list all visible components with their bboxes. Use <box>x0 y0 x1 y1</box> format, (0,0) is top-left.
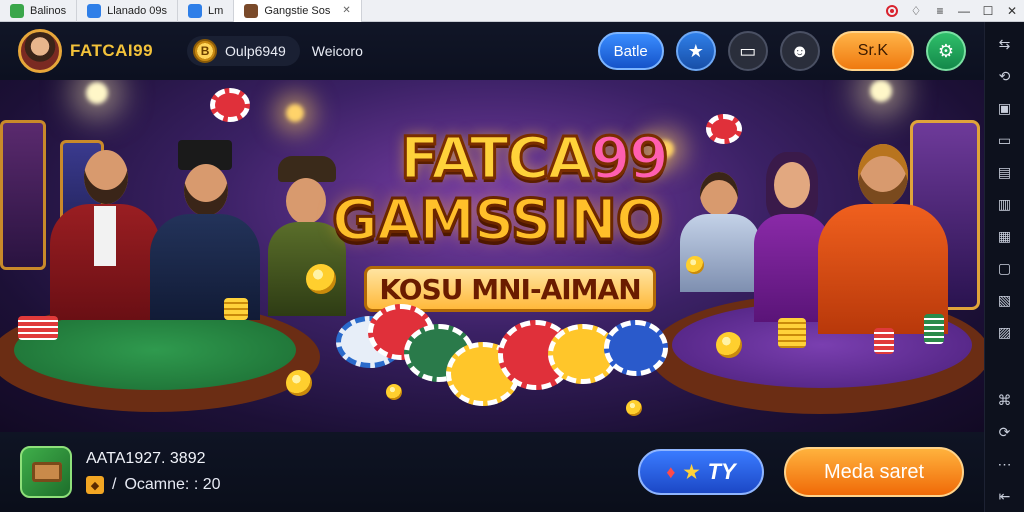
gamepad-icon[interactable]: ▥ <box>994 193 1016 215</box>
window-icon <box>188 3 203 18</box>
chip-stack <box>874 328 894 354</box>
chat-icon[interactable]: ▭ <box>727 31 768 71</box>
title-99: 99 <box>589 123 671 194</box>
welcome-text: Weicoro <box>311 43 363 59</box>
battle-button[interactable]: Batle <box>597 32 664 70</box>
star-icon: ★ <box>683 461 700 482</box>
tablet-icon[interactable]: ▭ <box>994 129 1016 151</box>
bottom-bar: AATA1927. 3892 ◆ / Ocamne: : 20 ♦ ★ TY M… <box>0 432 984 512</box>
rotate-icon[interactable]: ⟲ <box>994 65 1016 87</box>
menu-icon[interactable]: ≡ <box>928 0 952 22</box>
star-icon[interactable]: ★ <box>675 31 716 71</box>
coin-balance[interactable]: B Oulp6949 <box>187 36 300 66</box>
brand-name: FATCAI99 <box>70 41 154 60</box>
player-orange-shirt <box>818 144 948 334</box>
folder-icon[interactable]: ▧ <box>994 289 1016 311</box>
keyboard-icon[interactable]: ▤ <box>994 161 1016 183</box>
tab-2-label: Llanado 09s <box>107 4 168 17</box>
tab-4-label: Gangstie Sos <box>264 4 331 17</box>
back-icon[interactable]: ⇤ <box>994 485 1016 507</box>
ty-button[interactable]: ♦ ★ TY <box>638 449 764 495</box>
close-window-icon[interactable]: ✕ <box>1000 0 1024 22</box>
banner-title-line1: FATCA99 <box>398 123 671 194</box>
coin-value: Oulp6949 <box>225 43 286 59</box>
meta-text: Ocamne: : 20 <box>124 476 221 493</box>
slot-machine <box>0 120 46 270</box>
screenshot-icon[interactable]: ▦ <box>994 225 1016 247</box>
chip-stack <box>778 318 806 348</box>
card-icon: ♦ <box>666 461 676 482</box>
chip-stack <box>224 298 248 320</box>
poker-chip <box>706 114 742 144</box>
settings-icon[interactable]: ▨ <box>994 321 1016 343</box>
tab-2[interactable]: Llanado 09s <box>77 0 179 22</box>
banner-title-line2: GAMSSINO <box>331 187 665 255</box>
gold-coin <box>386 384 402 400</box>
bell-icon[interactable]: ♢ <box>904 0 928 22</box>
game-thumbnail[interactable] <box>20 446 72 498</box>
maximize-icon[interactable]: ☐ <box>976 0 1000 22</box>
ticket-icon: ◆ <box>86 476 104 494</box>
gold-coin <box>626 400 642 416</box>
minimize-icon[interactable]: — <box>952 0 976 22</box>
multi-instance-icon[interactable]: ⌘ <box>994 389 1016 411</box>
gold-coin <box>686 256 704 274</box>
game-hud: FATCAI99 B Oulp6949 Weicoro Batle ★ ▭ ☻ … <box>0 22 984 80</box>
coin-icon: B <box>193 39 218 63</box>
gold-coin <box>716 332 742 358</box>
more-icon[interactable]: ⋯ <box>994 453 1016 475</box>
game-id: AATA1927. 3892 <box>86 450 206 467</box>
player-top-hat <box>150 140 260 320</box>
record-video-icon[interactable]: ▢ <box>994 257 1016 279</box>
gear-icon[interactable]: ⚙ <box>926 31 966 71</box>
ceiling-light <box>86 82 108 104</box>
window-controls: ♢ ≡ — ☐ ✕ <box>880 0 1024 22</box>
avatar[interactable] <box>18 29 62 73</box>
ceiling-light <box>870 80 892 102</box>
sk-button[interactable]: Sr.K <box>831 31 914 71</box>
start-button[interactable]: Meda saret <box>784 447 964 497</box>
casino-banner[interactable]: FATCA99 GAMSSINO KOSU MNI-AIMAN <box>0 80 984 432</box>
emulator-sidebar: ⇆ ⟲ ▣ ▭ ▤ ▥ ▦ ▢ ▧ ▨ ⌘ ⟳ ⋯ ⇤ <box>984 22 1024 512</box>
chip-stack <box>18 316 58 340</box>
gold-coin <box>286 370 312 396</box>
tab-3-label: Lm <box>208 4 224 17</box>
meta-separator: / <box>112 476 117 493</box>
tab-1-label: Balinos <box>30 4 67 17</box>
tab-1[interactable]: Balinos <box>0 0 78 22</box>
gold-coin <box>306 264 336 294</box>
title-fatca: FATCA <box>398 123 593 194</box>
game-tab-icon <box>244 3 259 18</box>
tab-4[interactable]: Gangstie Sos ✕ <box>234 0 362 22</box>
profile-icon[interactable]: ☻ <box>779 31 820 71</box>
window-icon <box>87 3 102 18</box>
os-tab-bar: Balinos Llanado 09s Lm Gangstie Sos ✕ ♢ … <box>0 0 1024 22</box>
poker-chip <box>210 88 250 122</box>
record-icon[interactable] <box>880 0 904 22</box>
dealer-left <box>50 150 160 320</box>
chip-stack <box>924 314 944 344</box>
screen-icon[interactable]: ▣ <box>994 97 1016 119</box>
tab-3[interactable]: Lm <box>178 0 235 22</box>
expand-icon[interactable]: ⇆ <box>994 33 1016 55</box>
ceiling-light <box>286 104 304 122</box>
ty-label: TY <box>707 459 736 484</box>
app-icon <box>10 3 24 18</box>
close-icon[interactable]: ✕ <box>342 5 350 16</box>
eco-icon[interactable]: ⟳ <box>994 421 1016 443</box>
poker-chip <box>604 320 668 376</box>
